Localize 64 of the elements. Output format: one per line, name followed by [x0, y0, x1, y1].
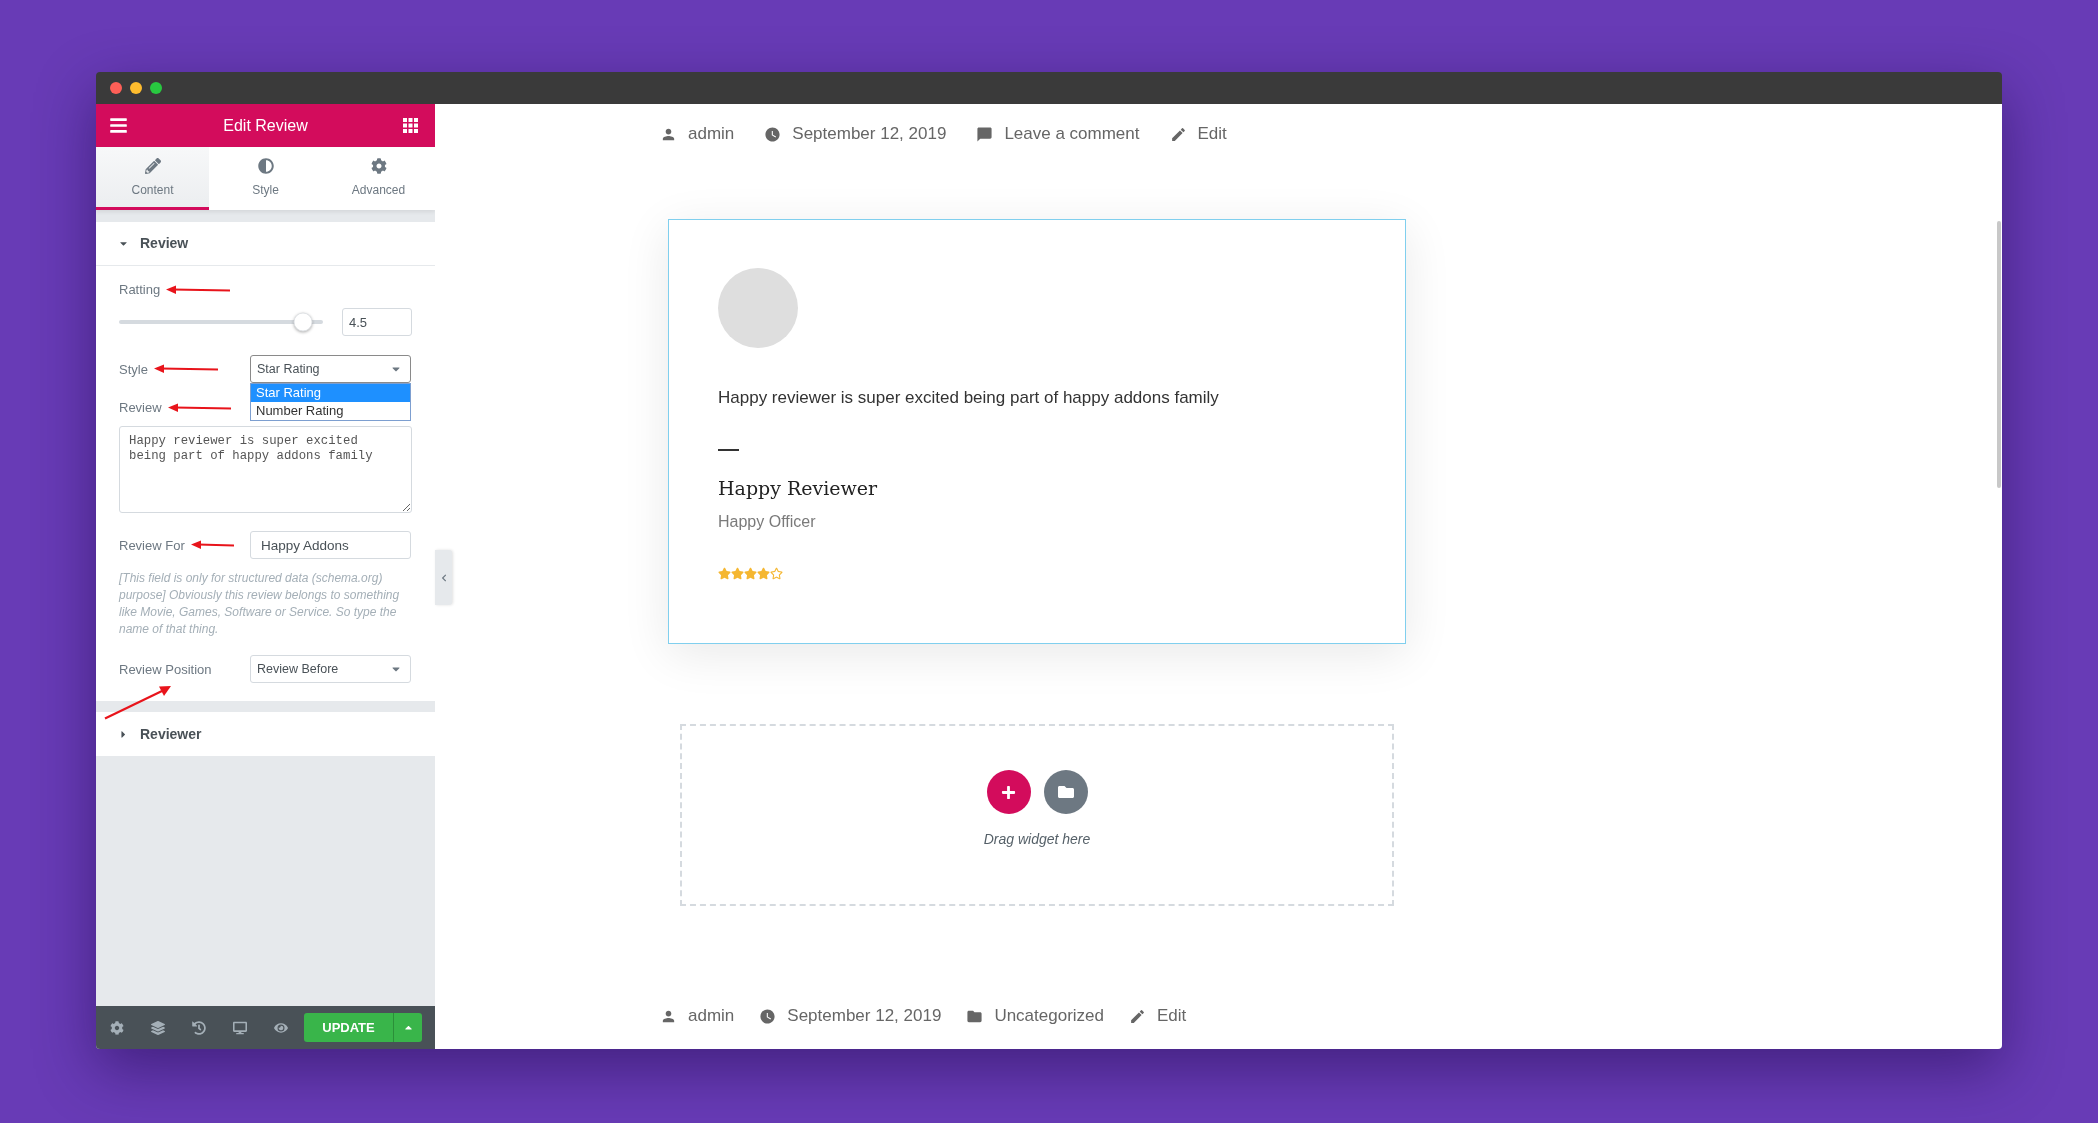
- annotation-arrow-icon: [166, 284, 231, 295]
- chevron-left-icon: [439, 573, 448, 582]
- grid-icon[interactable]: [403, 118, 418, 133]
- dropdown-option[interactable]: Star Rating: [251, 384, 410, 402]
- plus-icon: [1001, 784, 1016, 800]
- panel-tab[interactable]: Style: [209, 147, 322, 210]
- panel-tab[interactable]: Advanced: [322, 147, 435, 210]
- gear-icon: [109, 1020, 124, 1035]
- category-link[interactable]: Uncategorized: [966, 1003, 1104, 1029]
- folder-icon: [1057, 784, 1074, 800]
- select-field[interactable]: Review Before: [250, 655, 411, 683]
- eye-icon: [273, 1020, 288, 1035]
- star-icon: [718, 567, 731, 580]
- update-options-button[interactable]: [393, 1013, 422, 1042]
- window-minimize-button[interactable]: [130, 82, 142, 94]
- window-close-button[interactable]: [110, 82, 122, 94]
- desktop-icon: [232, 1020, 247, 1035]
- number-field[interactable]: 4.5: [342, 308, 412, 336]
- annotation-arrow-icon: [190, 540, 234, 550]
- edit-link[interactable]: Edit: [1129, 1003, 1187, 1029]
- author-link[interactable]: admin: [660, 1003, 735, 1029]
- field-label: Style: [119, 360, 148, 378]
- review-text: Happy reviewer is super excited being part of happy addons family: [718, 387, 1219, 409]
- annotation-arrow-icon: [153, 364, 218, 374]
- pencil-icon: [1129, 1007, 1146, 1025]
- layers-icon: [150, 1020, 165, 1035]
- section-header[interactable]: Reviewer: [96, 712, 435, 756]
- gear-icon: [370, 158, 387, 174]
- field-label: Review Position: [119, 660, 212, 678]
- panel-title: Edit Review: [223, 115, 308, 136]
- date-link[interactable]: September 12, 2019: [764, 121, 947, 147]
- review-textarea[interactable]: Happy reviewer is super excited being part of happy addons family: [119, 426, 412, 513]
- menu-icon[interactable]: [109, 116, 128, 135]
- reviewer-title: Happy Officer: [718, 512, 816, 532]
- star-icon: [731, 567, 744, 580]
- field-label: Ratting: [119, 281, 161, 298]
- reviewer-name: Happy Reviewer: [718, 476, 878, 501]
- star-outline-icon: [770, 567, 783, 580]
- template-library-button[interactable]: [1043, 770, 1088, 814]
- star-icon: [757, 567, 770, 580]
- star-icon: [744, 567, 757, 580]
- text-field[interactable]: Happy Addons: [250, 531, 411, 559]
- field-label: Review: [119, 399, 162, 416]
- date-link[interactable]: September 12, 2019: [759, 1003, 942, 1029]
- history-icon: [191, 1020, 206, 1035]
- add-widget-button[interactable]: [986, 770, 1031, 814]
- clock-icon: [764, 125, 782, 143]
- pencil-icon: [144, 158, 161, 174]
- edit-link[interactable]: Edit: [1169, 121, 1227, 147]
- slider-thumb[interactable]: [293, 312, 313, 332]
- annotation-arrow-icon: [167, 402, 231, 413]
- window-maximize-button[interactable]: [150, 82, 162, 94]
- annotation-arrow-icon: [104, 685, 172, 720]
- help-text: [This field is only for structured data (schema.org) purpose] Obviously this review belongs to something like Movie, Games, Software or Service. So type the name of that thing.: [119, 570, 401, 638]
- author-link[interactable]: admin: [660, 121, 735, 147]
- clock-icon: [759, 1007, 777, 1025]
- panel-tab[interactable]: Content: [96, 147, 209, 210]
- comments-link[interactable]: Leave a comment: [976, 121, 1140, 147]
- select-field[interactable]: Star Rating: [250, 355, 411, 383]
- comment-icon: [976, 125, 994, 143]
- drop-zone-hint: Drag widget here: [983, 830, 1091, 848]
- scrollbar-thumb[interactable]: [1997, 221, 2001, 488]
- field-label: Review For: [119, 536, 185, 554]
- pencil-icon: [1169, 125, 1187, 143]
